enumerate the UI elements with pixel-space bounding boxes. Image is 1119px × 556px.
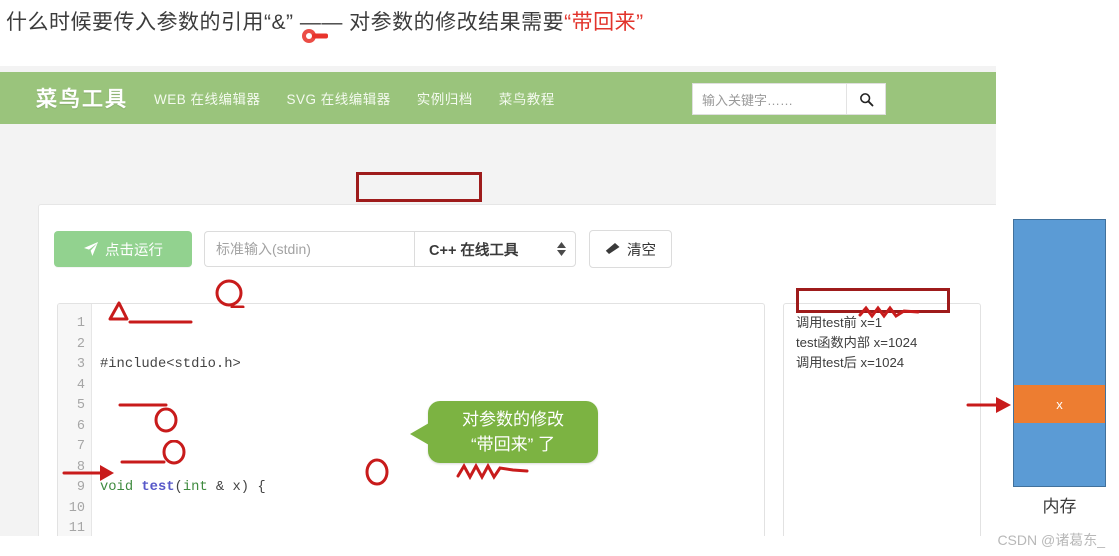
line-number: 7: [76, 439, 85, 454]
line-number: 3: [76, 357, 85, 372]
search-icon: [859, 92, 873, 106]
watermark: CSDN @诸葛东_: [997, 532, 1105, 548]
page-title-highlight: “带回来”: [564, 11, 644, 34]
output-line: test函数内部 x=1024: [796, 335, 918, 350]
line-number: 9: [76, 480, 85, 495]
site-navbar: 菜鸟工具 WEB 在线编辑器 SVG 在线编辑器 实例归档 菜鸟教程 输入关键字…: [0, 72, 996, 124]
line-number: 6: [76, 418, 85, 434]
tool-card: 点击运行 标准输入(stdin) C++ 在线工具 清空 1 2 3 4 5 6…: [38, 204, 996, 536]
callout-bubble: 对参数的修改 “带回来” 了: [410, 401, 598, 463]
screenshot-root: 什么时候要传入参数的引用“&” —— 对参数的修改结果需要“带回来” 菜鸟工具 …: [0, 0, 1119, 556]
callout-line-2: “带回来” 了: [470, 435, 556, 454]
line-number: 8: [76, 459, 85, 475]
line-number: 5: [76, 398, 85, 413]
nav-item-svg-editor[interactable]: SVG 在线编辑器: [287, 88, 391, 108]
line-number: 4: [76, 377, 85, 393]
site-logo[interactable]: 菜鸟工具: [36, 83, 128, 113]
clear-button-label: 清空: [627, 242, 656, 259]
search-box[interactable]: 输入关键字……: [692, 83, 886, 115]
stdin-placeholder: 标准输入(stdin): [216, 241, 311, 257]
page-title-text: 什么时候要传入参数的引用“&” —— 对参数的修改结果需要: [6, 11, 565, 34]
memory-diagram: x: [1013, 219, 1106, 487]
code-line: void test(int & x) {: [100, 480, 266, 495]
line-number: 1: [76, 316, 85, 331]
editor-toolbar: 点击运行 标准输入(stdin) C++ 在线工具 清空: [54, 230, 672, 268]
language-select-value: C++ 在线工具: [429, 242, 519, 259]
line-number: 2: [76, 336, 85, 352]
browser-screenshot-region: 菜鸟工具 WEB 在线编辑器 SVG 在线编辑器 实例归档 菜鸟教程 输入关键字…: [0, 66, 996, 536]
run-button[interactable]: 点击运行: [54, 231, 192, 267]
language-select[interactable]: C++ 在线工具: [414, 231, 576, 267]
chevron-updown-icon: [557, 242, 566, 256]
search-input[interactable]: 输入关键字……: [693, 90, 846, 109]
output-panel: 调用test前 x=1 test函数内部 x=1024 调用test后 x=10…: [783, 303, 981, 536]
output-line: 调用test前 x=1: [796, 315, 883, 330]
code-editor[interactable]: 1 2 3 4 5 6 7 8 9 10 11 12 13 #include<s…: [57, 303, 765, 536]
nav-item-archive[interactable]: 实例归档: [417, 88, 473, 108]
page-title: 什么时候要传入参数的引用“&” —— 对参数的修改结果需要“带回来”: [6, 6, 644, 36]
code-line: #include<stdio.h>: [100, 357, 241, 372]
output-line: 调用test后 x=1024: [796, 355, 905, 370]
editor-gutter: 1 2 3 4 5 6 7 8 9 10 11 12 13: [58, 304, 92, 536]
memory-cell-x: x: [1014, 385, 1105, 423]
line-number: 10: [68, 500, 85, 516]
clear-button[interactable]: 清空: [589, 230, 672, 268]
search-button[interactable]: [846, 84, 885, 114]
paper-plane-icon: [84, 242, 98, 256]
nav-item-web-editor[interactable]: WEB 在线编辑器: [154, 88, 261, 108]
callout-line-1: 对参数的修改: [462, 410, 564, 429]
run-button-label: 点击运行: [105, 242, 163, 259]
memory-caption: 内存: [1042, 497, 1077, 516]
navbar-links: WEB 在线编辑器 SVG 在线编辑器 实例归档 菜鸟教程: [154, 88, 581, 108]
eraser-icon: [605, 243, 620, 254]
stdin-input[interactable]: 标准输入(stdin): [204, 231, 414, 267]
line-number: 11: [68, 521, 85, 536]
nav-item-tutorial[interactable]: 菜鸟教程: [499, 88, 555, 108]
memory-cell-label: x: [1056, 396, 1063, 412]
